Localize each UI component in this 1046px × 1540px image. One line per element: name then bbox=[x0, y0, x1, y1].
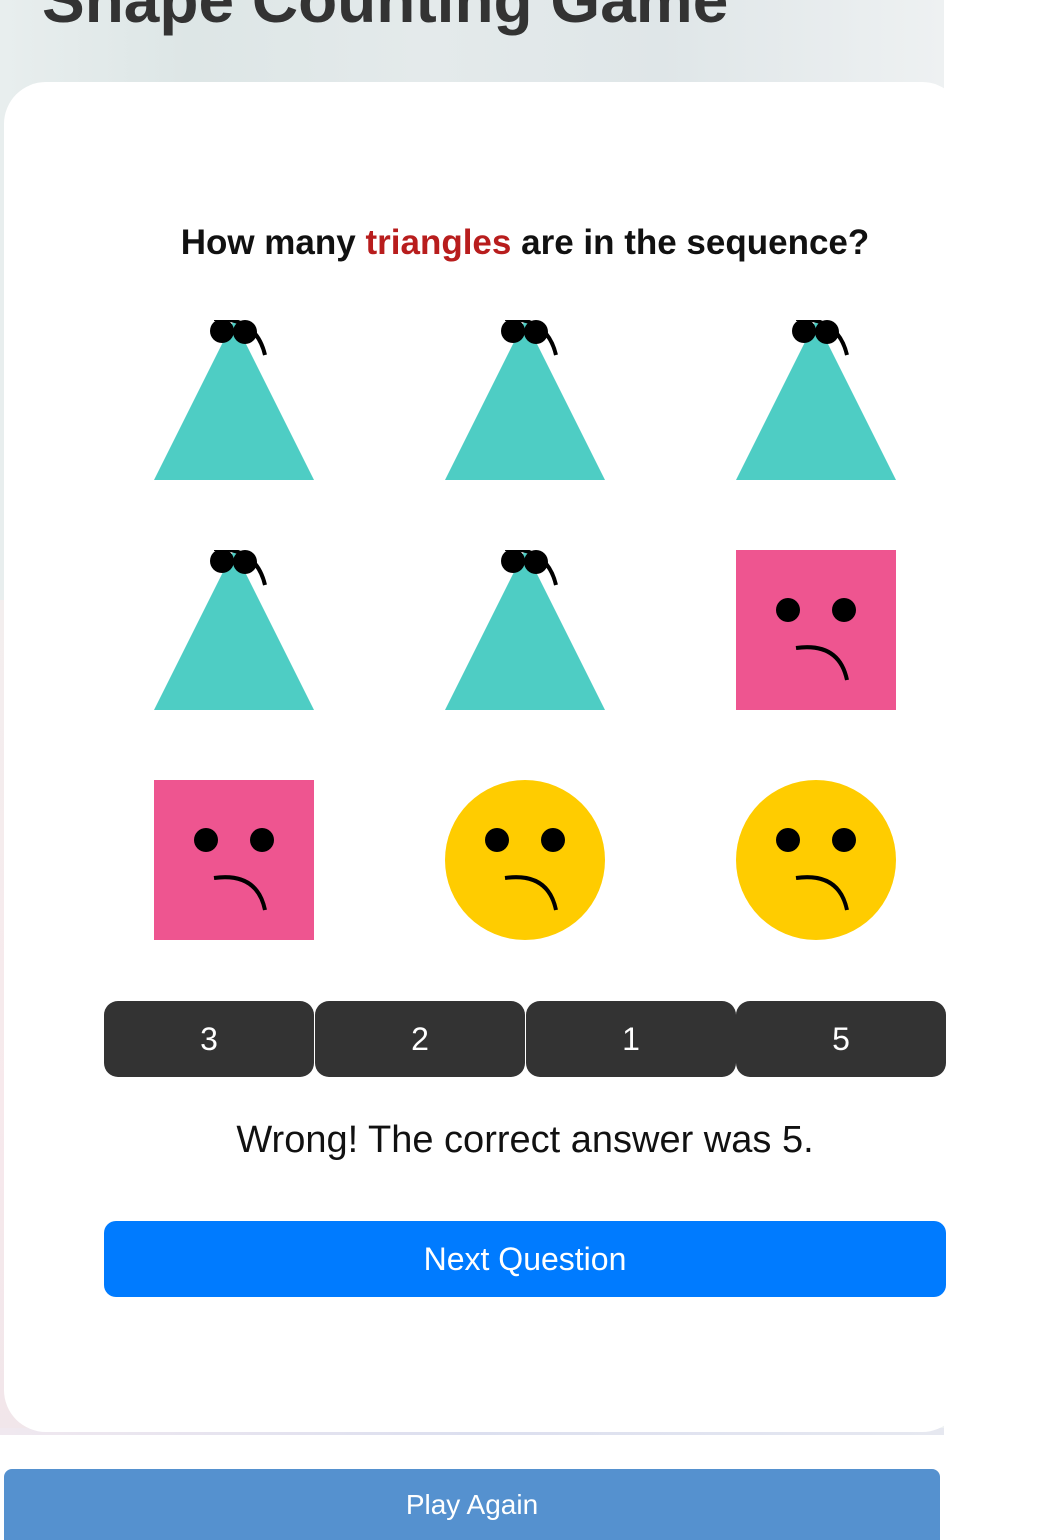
circle-shape bbox=[445, 780, 605, 940]
circle-shape bbox=[736, 780, 896, 940]
answer-option-4[interactable]: 5 bbox=[736, 1001, 946, 1077]
triangle-shape bbox=[154, 550, 314, 710]
square-shape bbox=[736, 550, 896, 710]
circle-body bbox=[736, 780, 896, 940]
circle-body bbox=[445, 780, 605, 940]
question-target-shape: triangles bbox=[365, 223, 512, 262]
question-suffix: are in the sequence? bbox=[521, 223, 870, 262]
triangle-body bbox=[154, 550, 314, 710]
feedback-message: Wrong! The correct answer was 5. bbox=[236, 1119, 814, 1161]
play-again-button[interactable]: Play Again bbox=[4, 1469, 940, 1540]
triangle-body bbox=[445, 320, 605, 480]
answer-option-1[interactable]: 3 bbox=[104, 1001, 314, 1077]
page-title: Shape Counting Game bbox=[42, 0, 729, 36]
triangle-shape bbox=[445, 550, 605, 710]
question-text: How many triangles are in the sequence? bbox=[0, 222, 1046, 264]
triangle-body bbox=[445, 550, 605, 710]
triangle-shape bbox=[445, 320, 605, 480]
triangle-shape bbox=[154, 320, 314, 480]
triangle-shape bbox=[736, 320, 896, 480]
triangle-body bbox=[736, 320, 896, 480]
question-prefix: How many bbox=[180, 223, 356, 262]
triangle-body bbox=[154, 320, 314, 480]
answer-option-2[interactable]: 2 bbox=[315, 1001, 525, 1077]
next-question-button[interactable]: Next Question bbox=[104, 1221, 946, 1297]
square-body bbox=[736, 550, 896, 710]
answer-option-3[interactable]: 1 bbox=[526, 1001, 736, 1077]
square-body bbox=[154, 780, 314, 940]
square-shape bbox=[154, 780, 314, 940]
